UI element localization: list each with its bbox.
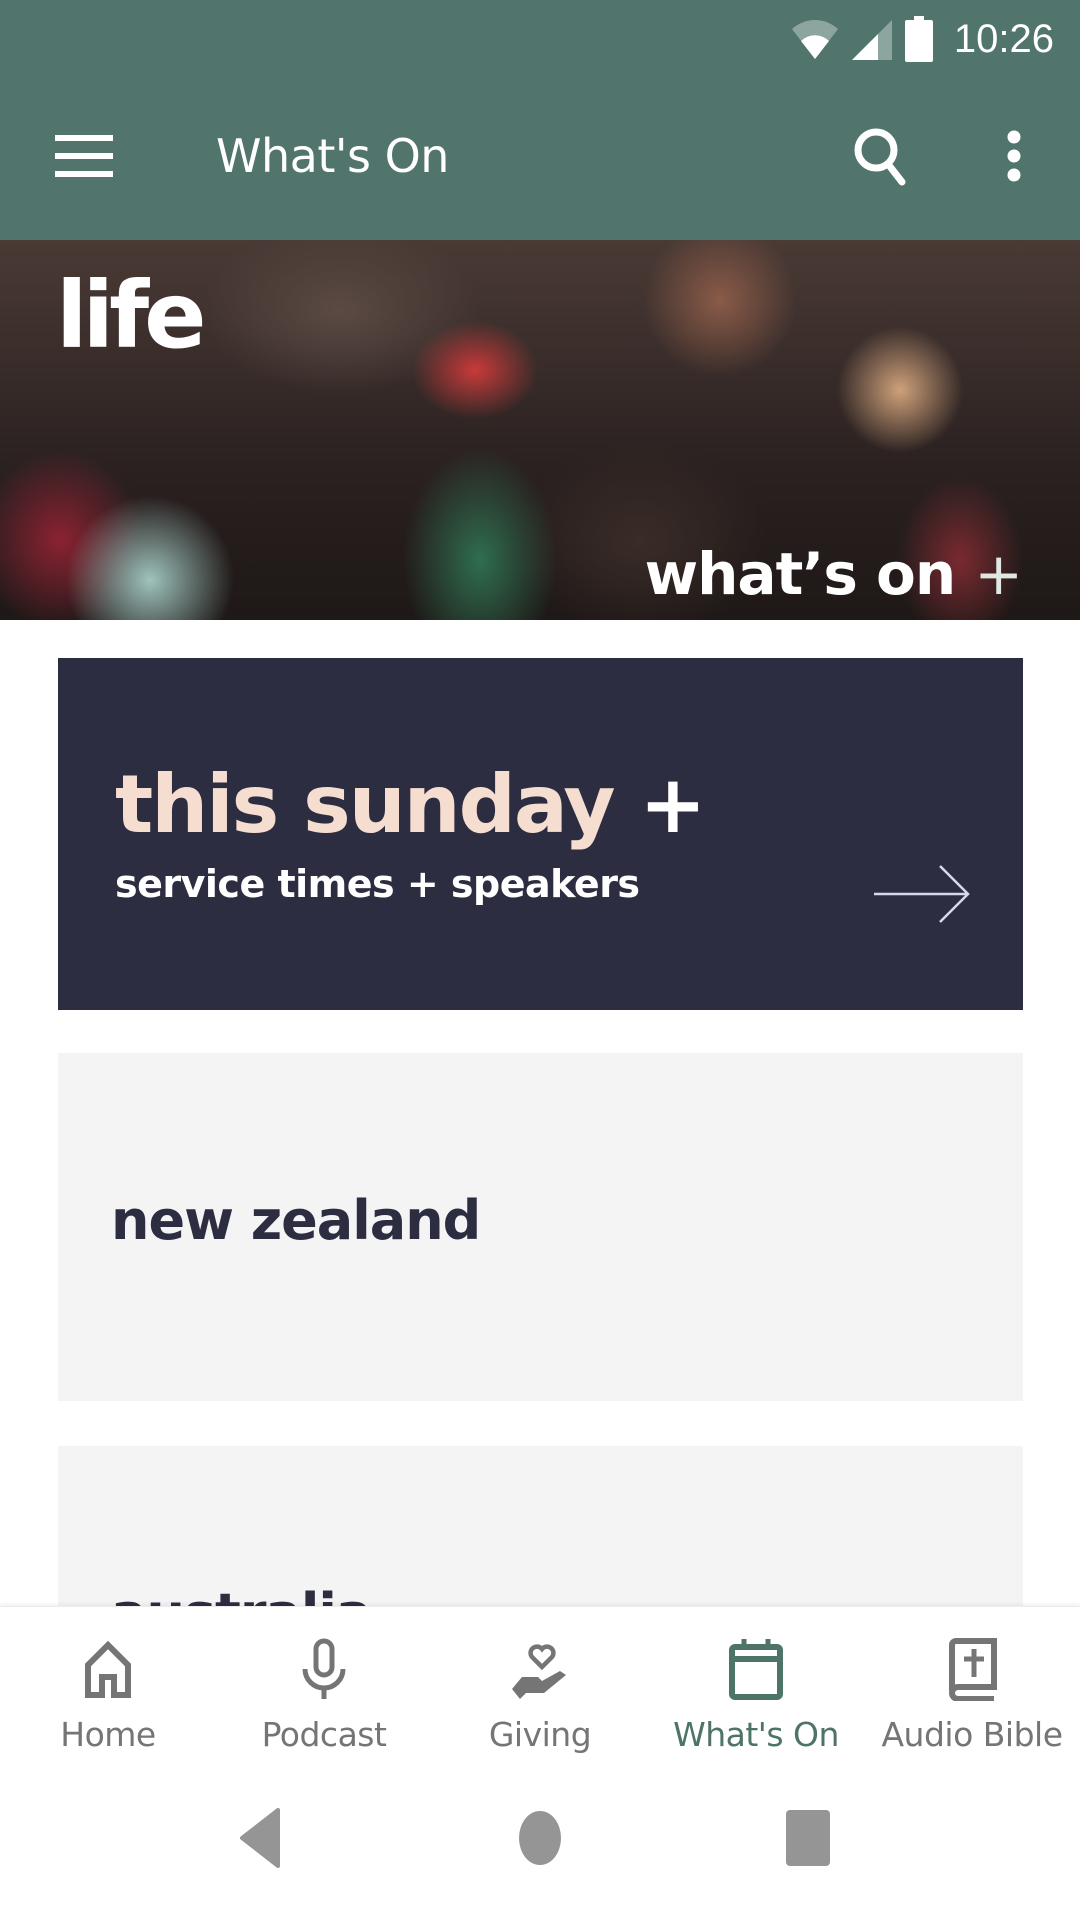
nav-item-home[interactable]: Home <box>0 1607 216 1756</box>
menu-button[interactable] <box>40 112 128 200</box>
bottom-navigation: Home Podcast Giving What's On Audio Bibl… <box>0 1606 1080 1756</box>
more-vertical-icon <box>1007 130 1021 182</box>
life-logo: life <box>56 262 206 369</box>
home-icon <box>85 1640 131 1698</box>
region-label: new zealand <box>111 1189 481 1252</box>
microphone-icon <box>302 1638 346 1699</box>
hero-caption: what’s on + <box>644 540 1023 608</box>
home-circle-icon[interactable] <box>508 1808 572 1868</box>
hero-banner: life what’s on + <box>0 240 1080 620</box>
toolbar: What's On <box>0 100 1080 212</box>
giving-hand-heart-icon <box>512 1644 566 1699</box>
nav-label: Podcast <box>261 1715 387 1754</box>
nav-label: Home <box>60 1715 156 1754</box>
page-title: What's On <box>216 129 449 183</box>
nav-label: What's On <box>673 1715 839 1754</box>
status-time: 10:26 <box>953 16 1054 61</box>
screen: 10:26 What's On life what’s on + this su… <box>0 0 1080 1920</box>
hero-caption-plus: + <box>974 540 1023 608</box>
more-options-button[interactable] <box>970 112 1058 200</box>
cellular-signal-icon <box>851 20 892 60</box>
calendar-icon <box>729 1639 783 1700</box>
nav-label: Audio Bible <box>881 1715 1063 1754</box>
system-navigation-bar <box>0 1756 1080 1920</box>
region-card-new-zealand[interactable]: new zealand <box>58 1053 1023 1401</box>
nav-item-audio-bible[interactable]: Audio Bible <box>864 1607 1080 1756</box>
recents-square-icon[interactable] <box>776 1808 840 1868</box>
bible-icon <box>949 1638 997 1701</box>
back-triangle-icon[interactable] <box>236 1808 300 1868</box>
sunday-title-text: this sunday <box>115 758 616 851</box>
status-bar: 10:26 <box>790 14 1054 64</box>
hamburger-menu-icon <box>55 135 113 177</box>
nav-item-whats-on[interactable]: What's On <box>648 1607 864 1756</box>
sunday-card-title: this sunday + <box>115 758 706 851</box>
this-sunday-card[interactable]: this sunday + service times + speakers <box>58 658 1023 1010</box>
arrow-right-icon <box>874 865 970 923</box>
nav-item-giving[interactable]: Giving <box>432 1607 648 1756</box>
sunday-title-plus: + <box>639 758 706 851</box>
hero-caption-text: what’s on <box>644 540 957 608</box>
wifi-icon <box>791 20 838 59</box>
nav-item-podcast[interactable]: Podcast <box>216 1607 432 1756</box>
battery-icon <box>904 16 933 62</box>
nav-label: Giving <box>488 1715 592 1754</box>
app-bar: 10:26 What's On <box>0 0 1080 240</box>
sunday-card-subtitle: service times + speakers <box>115 862 640 906</box>
search-icon <box>854 128 906 186</box>
search-button[interactable] <box>836 112 924 200</box>
